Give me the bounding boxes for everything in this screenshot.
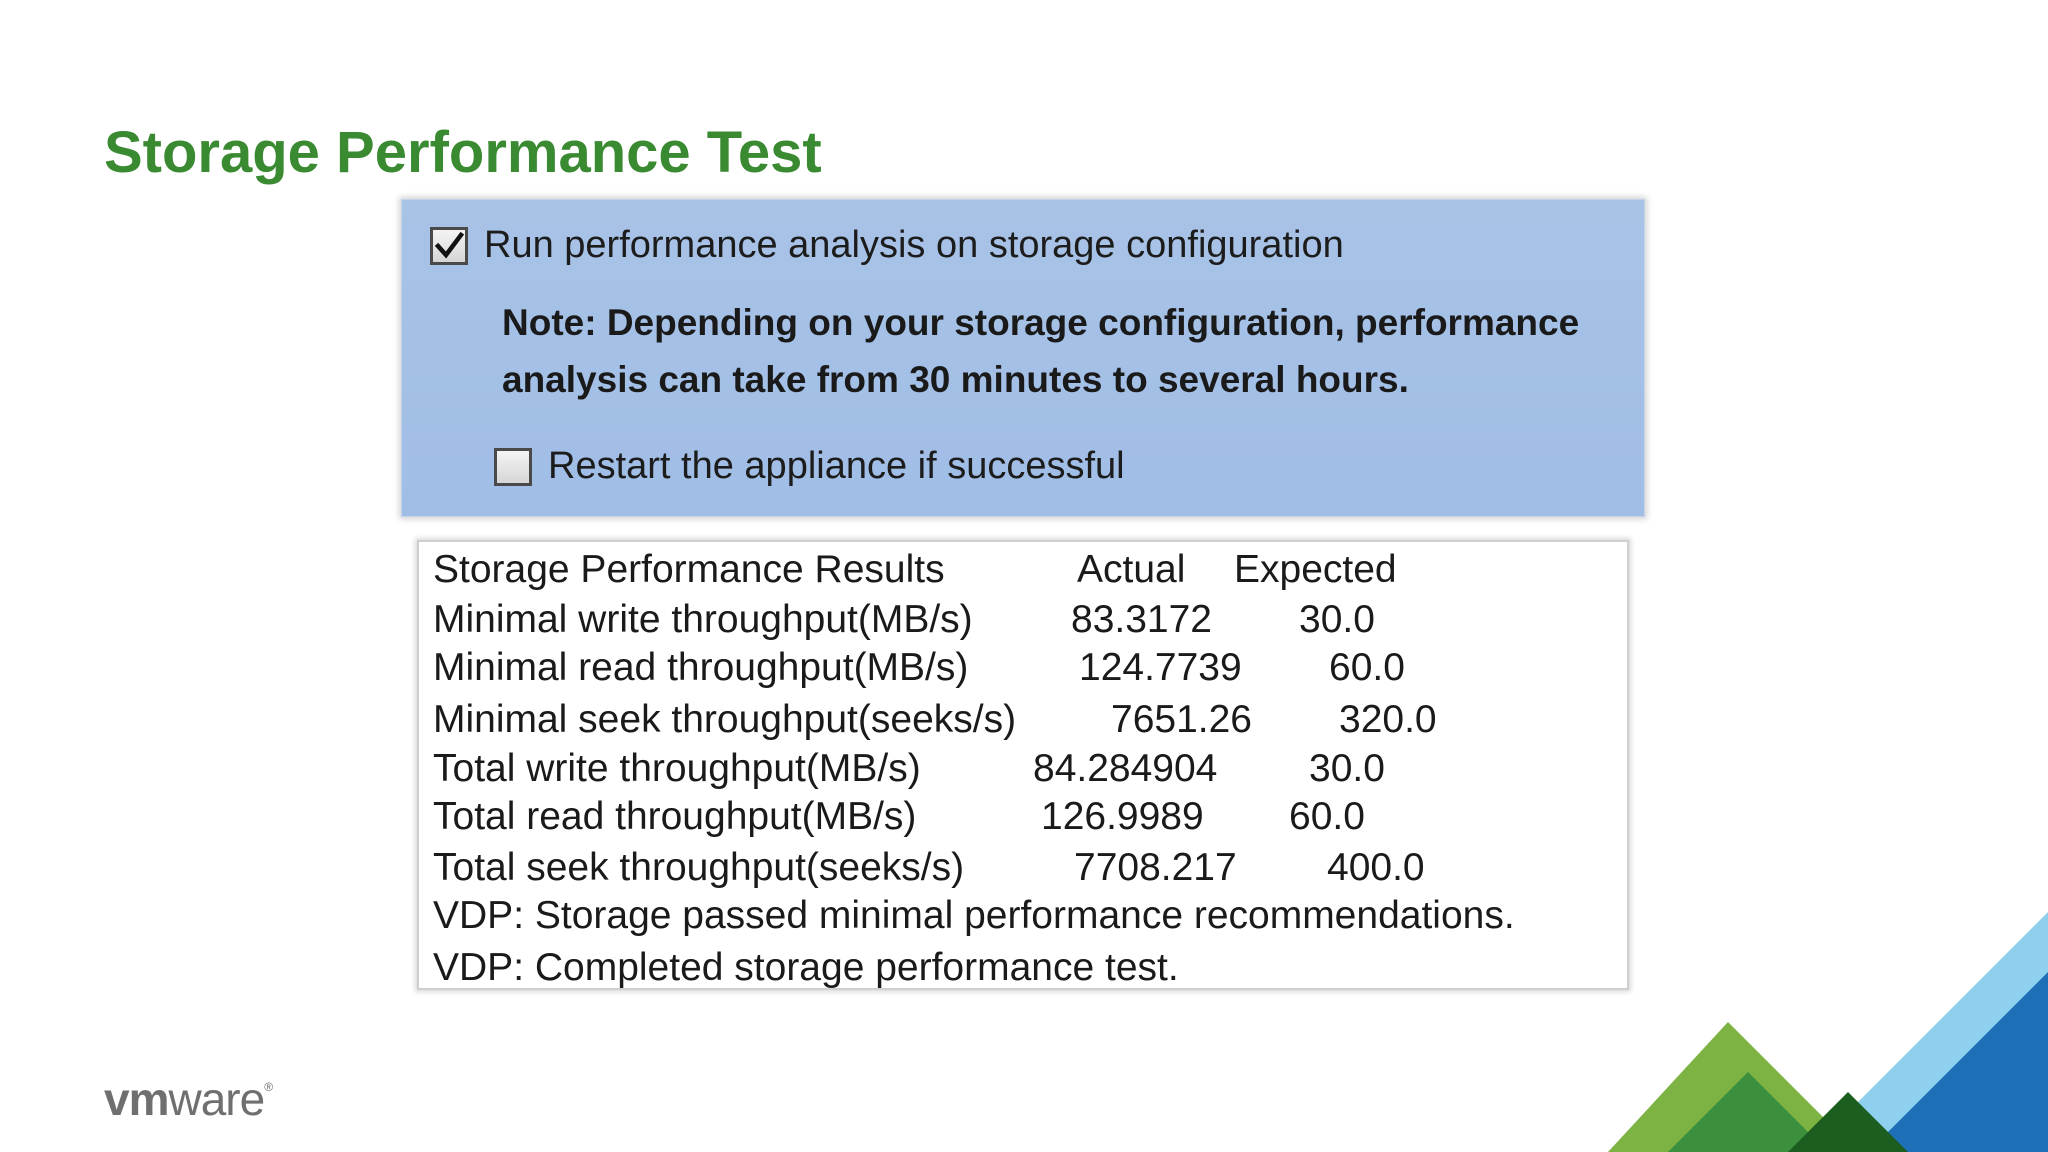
restart-checkbox[interactable] [494,447,532,486]
run-analysis-checkbox[interactable] [430,226,468,265]
result-row-label: Minimal read throughput(MB/s) [433,646,969,689]
restart-label: Restart the appliance if successful [548,445,1125,487]
run-analysis-label: Run performance analysis on storage conf… [484,224,1344,266]
analysis-duration-note: Note: Depending on your storage configur… [502,302,1580,400]
result-row-expected: 30.0 [1309,747,1385,790]
result-row-expected: 320.0 [1339,698,1437,741]
result-row-label: Minimal write throughput(MB/s) [433,598,973,641]
result-row-actual: 84.284904 [1033,747,1218,790]
slide-title: Storage Performance Test [104,120,822,185]
result-row-expected: 30.0 [1299,598,1375,641]
result-row-actual: 83.3172 [1071,598,1212,641]
results-header-title: Storage Performance Results [433,548,945,591]
result-row-expected: 60.0 [1329,646,1405,689]
results-output-box: Storage Performance Results Actual Expec… [417,540,1629,990]
result-row-actual: 7651.26 [1111,698,1252,741]
result-row-actual: 126.9989 [1041,795,1204,838]
result-message: VDP: Completed storage performance test. [433,946,1179,989]
checkmark-icon [434,231,465,259]
result-row-actual: 7708.217 [1074,846,1237,889]
corner-triangles-decoration [1608,912,2048,1152]
results-header-actual: Actual [1077,548,1186,591]
result-row-label: Total seek throughput(seeks/s) [433,846,965,889]
result-row-expected: 60.0 [1289,795,1365,838]
result-row-label: Minimal seek throughput(seeks/s) [433,698,1017,741]
results-header-expected: Expected [1234,548,1397,591]
performance-options-panel: Run performance analysis on storage conf… [401,199,1645,517]
result-message: VDP: Storage passed minimal performance … [433,894,1515,937]
restart-option[interactable]: Restart the appliance if successful [494,445,1125,488]
result-row-label: Total write throughput(MB/s) [433,747,921,790]
run-analysis-option[interactable]: Run performance analysis on storage conf… [430,224,1344,267]
result-row-label: Total read throughput(MB/s) [433,795,917,838]
result-row-actual: 124.7739 [1079,646,1242,689]
result-row-expected: 400.0 [1327,846,1425,889]
vmware-logo: vmware® [104,1073,273,1125]
